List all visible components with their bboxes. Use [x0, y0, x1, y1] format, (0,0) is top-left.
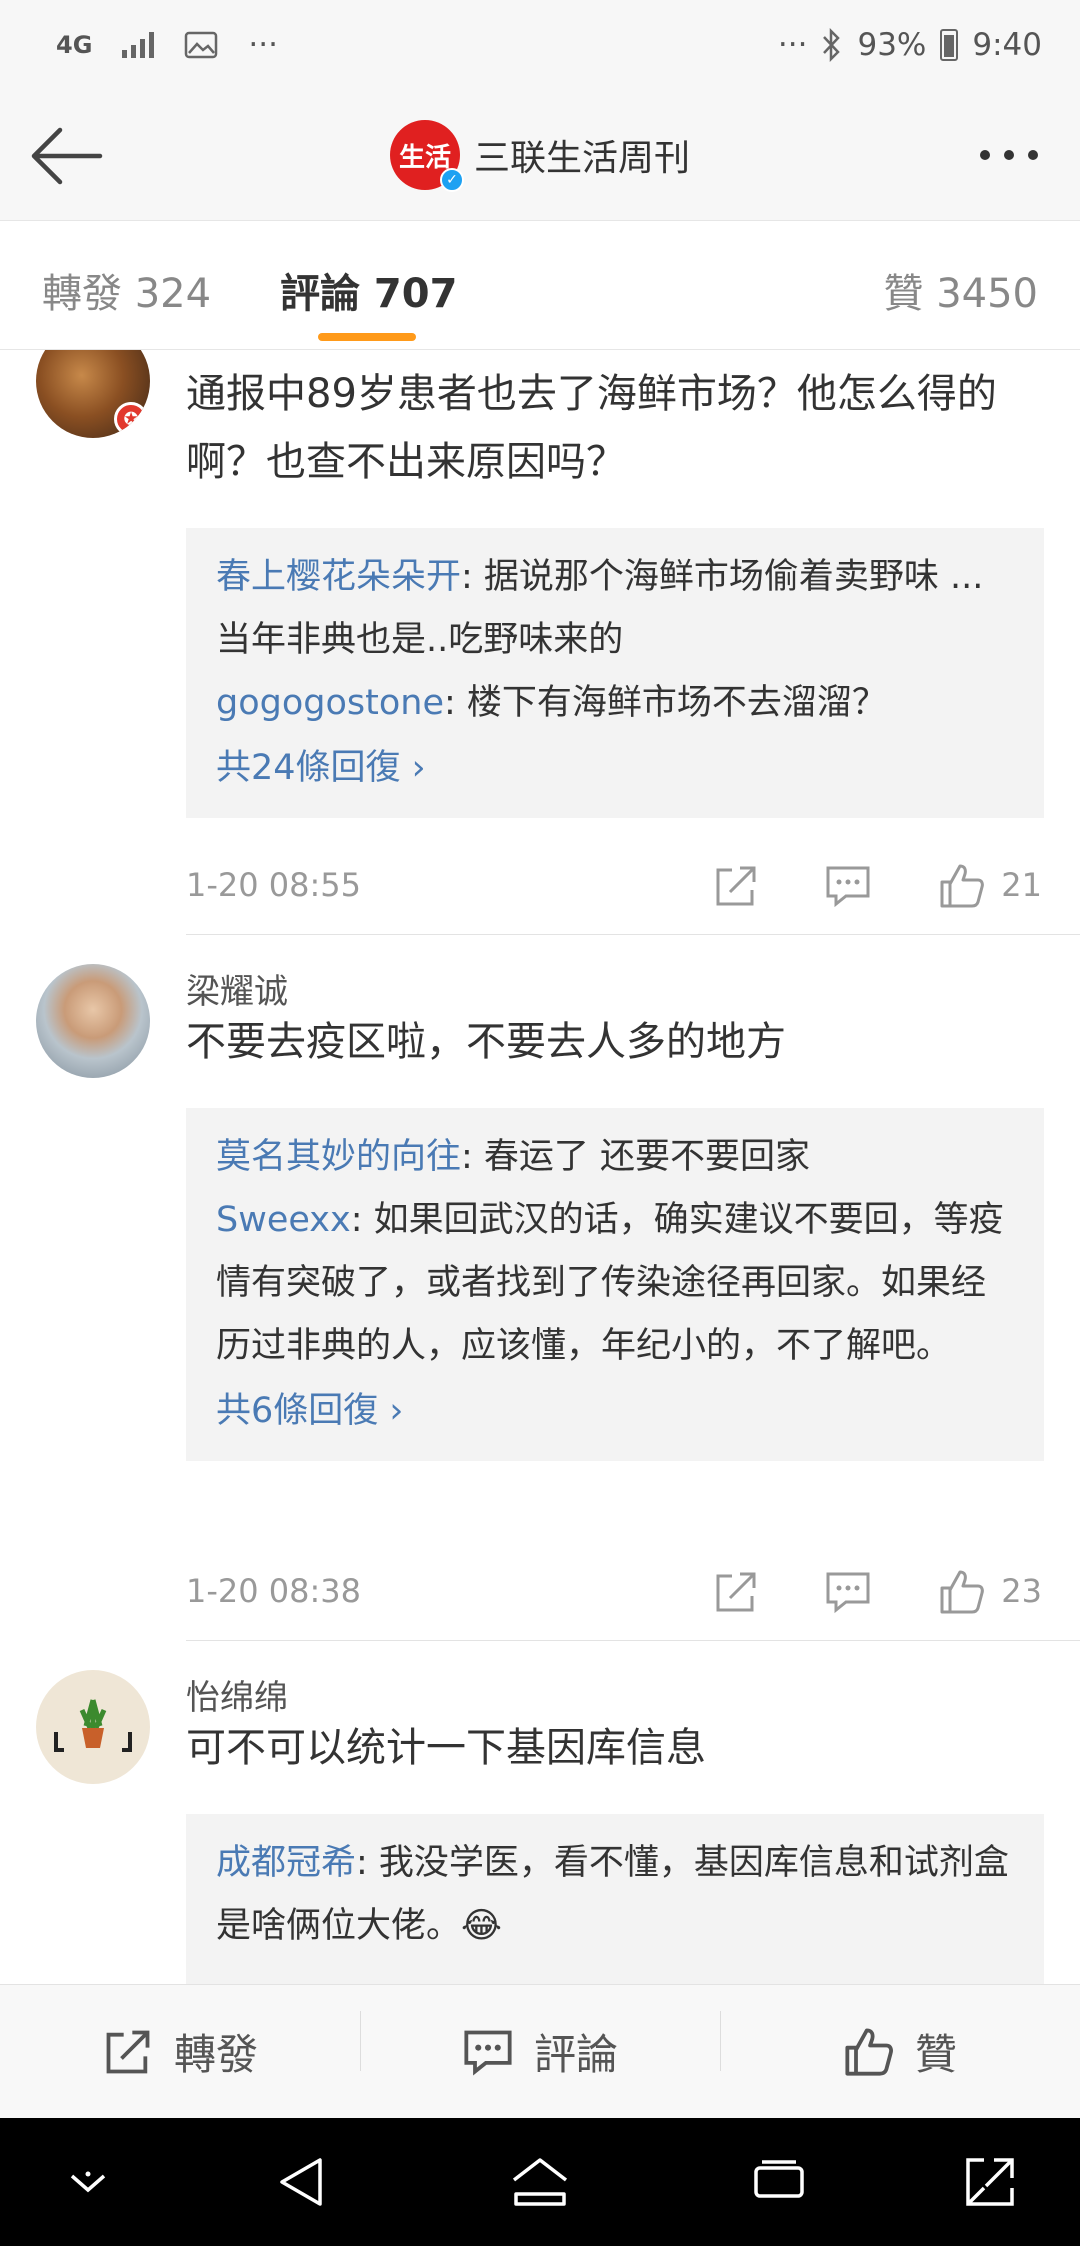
- comment-icon: [464, 2030, 512, 2075]
- reply-username[interactable]: 成都冠希: [216, 1843, 356, 1883]
- weibo-badge-icon: ✪: [114, 402, 148, 436]
- like-label: 贊: [914, 2030, 957, 2079]
- battery-percent: 93%: [857, 27, 927, 63]
- network-indicator: 4G: [56, 31, 93, 59]
- comment-username[interactable]: 梁耀诚: [186, 964, 288, 1013]
- reply-text: : 春运了 还要不要回家: [461, 1137, 811, 1177]
- keyboard-hide-icon[interactable]: [66, 2170, 110, 2198]
- bluetooth-icon: [823, 28, 841, 62]
- reply-line[interactable]: gogogostone: 楼下有海鲜市场不去溜溜？: [216, 672, 1014, 735]
- avatar[interactable]: ✪: [36, 350, 150, 438]
- avatar[interactable]: [36, 964, 150, 1078]
- share-icon[interactable]: [712, 1568, 760, 1616]
- like-count: 23: [1001, 1572, 1042, 1610]
- comment-username[interactable]: 怡绵绵: [186, 1670, 288, 1719]
- logo-text: 生活: [398, 142, 451, 173]
- comment-text: 通报中89岁患者也去了海鲜市场？他怎么得的啊？也查不出来原因吗？: [186, 371, 997, 485]
- like-icon[interactable]: [938, 862, 986, 910]
- reply-icon[interactable]: [824, 862, 872, 910]
- reply-username[interactable]: 莫名其妙的向往: [216, 1137, 461, 1177]
- view-more-replies-link[interactable]: 共6條回復 ›: [216, 1380, 1014, 1443]
- comment-time: 1-20 08:55: [186, 866, 362, 904]
- tab-bar: 轉發 324 評論 707 贊 3450: [0, 220, 1080, 350]
- system-nav-bar: [0, 2118, 1080, 2246]
- reply-line[interactable]: 成都冠希: 我没学医，看不懂，基因库信息和试剂盒是啥俩位大佬。😂: [216, 1832, 1014, 1958]
- page-title: 三联生活周刊: [473, 138, 690, 179]
- thumbs-up-icon: [845, 2027, 893, 2076]
- comment-button[interactable]: 評論: [360, 2011, 720, 2082]
- more-options-icon[interactable]: [980, 140, 1050, 170]
- comment-meta: 1-20 08:55 21: [186, 856, 1044, 916]
- home-icon[interactable]: [510, 2156, 570, 2208]
- like-icon[interactable]: [938, 1568, 986, 1616]
- view-more-replies-link[interactable]: 共24條回復 ›: [216, 737, 1014, 800]
- status-overflow: ···: [248, 27, 278, 63]
- account-title[interactable]: 生活 ✓ 三联生活周刊: [389, 120, 690, 192]
- account-logo: 生活 ✓: [389, 120, 464, 192]
- divider: [186, 934, 1080, 935]
- reply-line[interactable]: Sweexx: 如果回武汉的话，确实建议不要回，等疫情有突破了，或者找到了传染途…: [216, 1189, 1014, 1378]
- share-icon[interactable]: [712, 862, 760, 910]
- status-right: ··· 93% 9:40: [778, 27, 1042, 63]
- image-notification-icon: [185, 31, 218, 59]
- active-tab-indicator: [318, 333, 416, 341]
- battery-icon: [940, 29, 959, 61]
- expand-screen-icon[interactable]: [962, 2154, 1018, 2210]
- signal-icon: [122, 32, 155, 58]
- status-bar: 4G ··· ··· 93% 9:40: [0, 0, 1080, 90]
- reply-username[interactable]: Sweexx: [216, 1200, 351, 1240]
- avatar[interactable]: [36, 1670, 150, 1784]
- like-count: 21: [1001, 866, 1042, 904]
- plant-avatar-art: [54, 1699, 132, 1752]
- action-bar: 轉發 評論 贊: [0, 1984, 1080, 2118]
- tab-repost[interactable]: 轉發 324: [42, 261, 211, 319]
- clock: 9:40: [972, 27, 1042, 63]
- tab-likes[interactable]: 贊 3450: [883, 261, 1038, 319]
- status-overflow-right: ···: [777, 27, 808, 63]
- tab-comments[interactable]: 評論 707: [280, 261, 457, 319]
- comment-time: 1-20 08:38: [186, 1572, 362, 1610]
- back-icon[interactable]: [276, 2156, 326, 2208]
- like-button[interactable]: 贊: [720, 2011, 1080, 2082]
- reply-username[interactable]: 春上樱花朵朵开: [216, 557, 461, 597]
- back-arrow-icon[interactable]: [28, 124, 104, 188]
- reply-line[interactable]: 春上樱花朵朵开: 据说那个海鲜市场偷着卖野味 ...当年非典也是..吃野味来的: [216, 546, 1014, 672]
- comment-label: 評論: [533, 2030, 618, 2079]
- status-left: 4G ···: [56, 27, 278, 63]
- reply-username[interactable]: gogogostone: [216, 683, 444, 723]
- reply-text: : 楼下有海鲜市场不去溜溜？: [443, 683, 887, 723]
- repost-icon: [106, 2030, 150, 2073]
- reply-icon[interactable]: [824, 1568, 872, 1616]
- reply-box[interactable]: 莫名其妙的向往: 春运了 还要不要回家 Sweexx: 如果回武汉的话，确实建议…: [186, 1108, 1044, 1461]
- comment-meta: 1-20 08:38 23: [186, 1562, 1044, 1622]
- repost-label: 轉發: [173, 2030, 258, 2079]
- reply-box[interactable]: 成都冠希: 我没学医，看不懂，基因库信息和试剂盒是啥俩位大佬。😂: [186, 1814, 1044, 1984]
- comment-text: 可不可以统计一下基因库信息: [186, 1725, 706, 1771]
- repost-button[interactable]: 轉發: [0, 2021, 360, 2082]
- recent-apps-icon[interactable]: [752, 2158, 806, 2206]
- divider: [186, 1640, 1080, 1641]
- verified-badge-icon: ✓: [439, 168, 464, 192]
- comment-text: 不要去疫区啦，不要去人多的地方: [186, 1019, 786, 1065]
- nav-header: 生活 ✓ 三联生活周刊: [0, 90, 1080, 220]
- comment-feed[interactable]: ✪ 通报中89岁患者也去了海鲜市场？他怎么得的啊？也查不出来原因吗？ 春上樱花朵…: [0, 350, 1080, 1984]
- reply-box[interactable]: 春上樱花朵朵开: 据说那个海鲜市场偷着卖野味 ...当年非典也是..吃野味来的 …: [186, 528, 1044, 818]
- reply-line[interactable]: 莫名其妙的向往: 春运了 还要不要回家: [216, 1126, 1014, 1189]
